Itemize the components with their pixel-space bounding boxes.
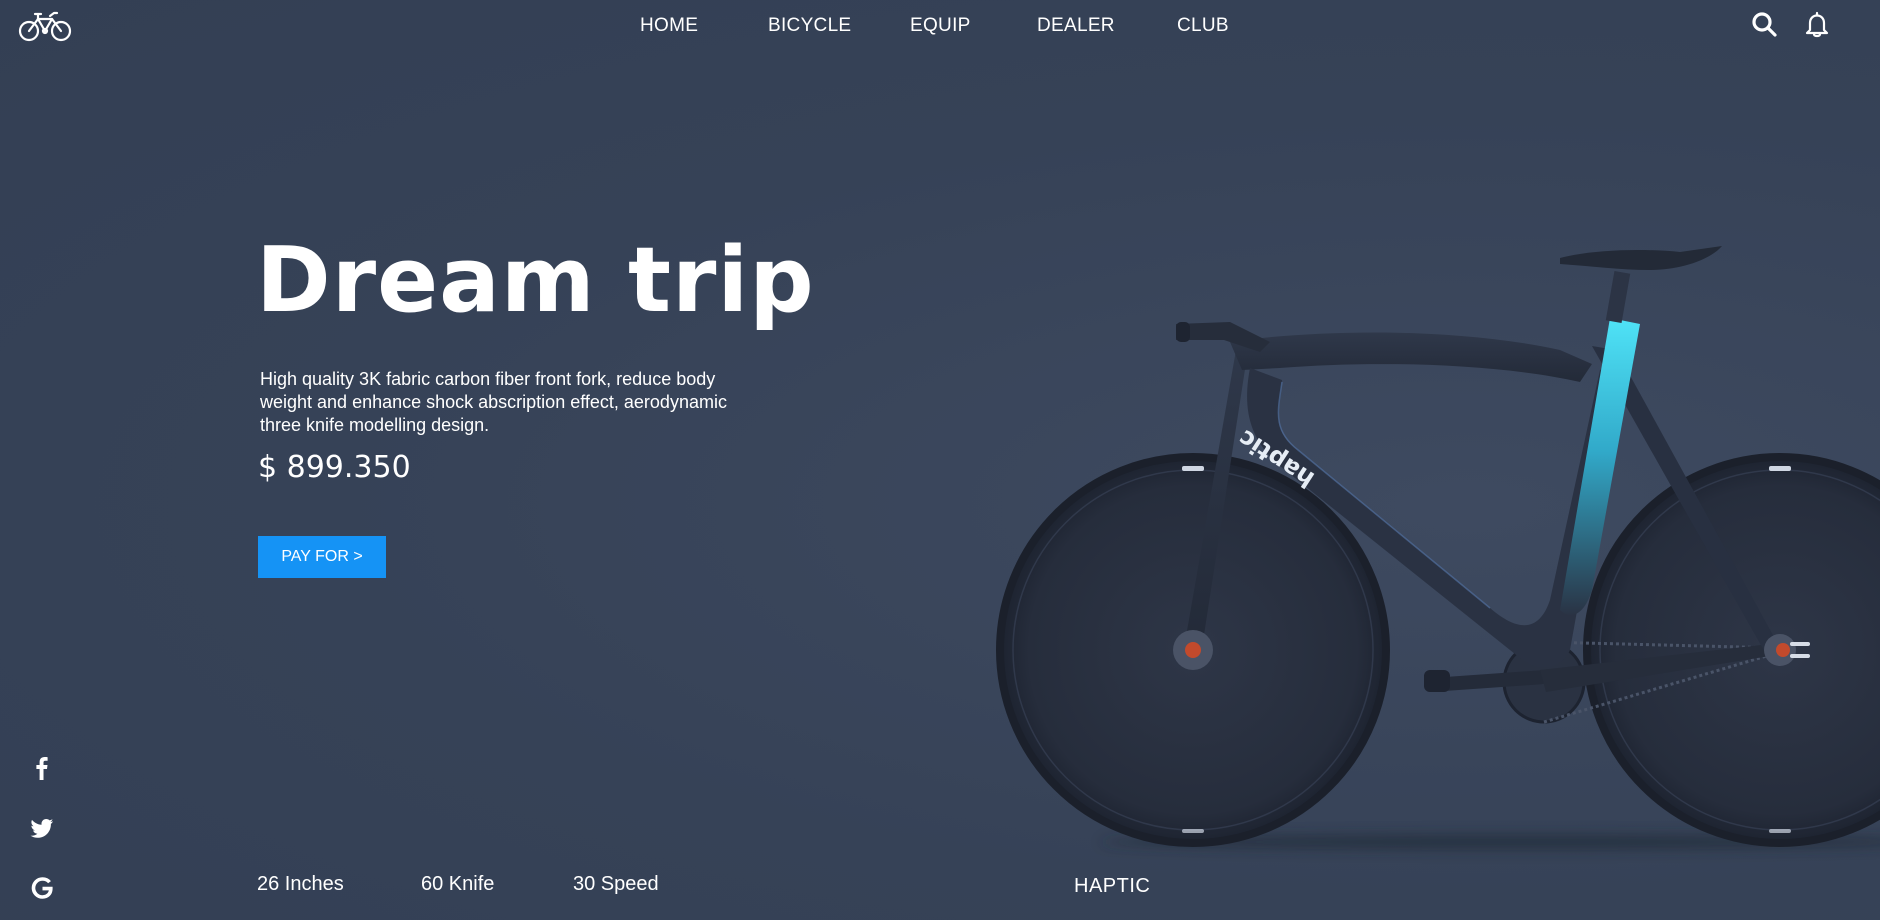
twitter-icon[interactable] (28, 814, 56, 842)
page: HOME BICYCLE EQUIP DEALER CLUB Dream tri… (0, 0, 1880, 920)
google-icon[interactable] (28, 874, 56, 902)
nav-item-club[interactable]: CLUB (1177, 12, 1229, 40)
nav-item-equip[interactable]: EQUIP (910, 12, 971, 40)
nav-item-bicycle[interactable]: BICYCLE (768, 12, 851, 40)
bell-icon[interactable] (1803, 10, 1831, 38)
pay-button[interactable]: PAY FOR > (258, 536, 386, 578)
hero-description: High quality 3K fabric carbon fiber fron… (260, 369, 727, 435)
hero-title: Dream trip (256, 228, 815, 333)
search-icon[interactable] (1750, 10, 1778, 38)
nav-item-dealer[interactable]: DEALER (1037, 12, 1115, 40)
product-brand-label: HAPTIC (1074, 875, 1151, 897)
bicycle-product-image: haptic (996, 246, 1880, 850)
price-label: $ 899.350 (258, 450, 411, 485)
spec-speed: 30 Speed (573, 873, 659, 895)
facebook-icon[interactable] (28, 754, 56, 782)
spec-knife: 60 Knife (421, 873, 495, 895)
main-nav: HOME BICYCLE EQUIP DEALER CLUB (0, 12, 1880, 40)
spec-wheel-size: 26 Inches (257, 873, 344, 895)
nav-item-home[interactable]: HOME (640, 12, 698, 40)
